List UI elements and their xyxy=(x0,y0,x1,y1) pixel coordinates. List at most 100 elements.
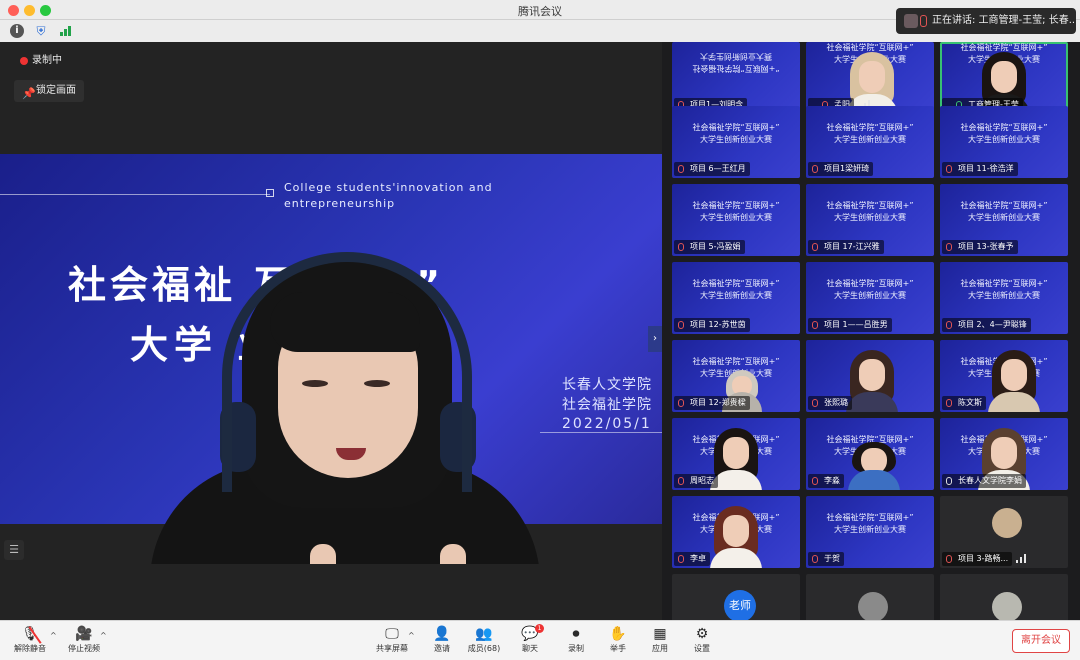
participant-tile[interactable]: 社会福祉学院“互联网+” 大学生创新创业大赛 项目 6—王红月 xyxy=(672,106,800,178)
tile-slide-text: 社会福祉学院“互联网+”大学生创新创业大赛 xyxy=(960,279,1048,300)
invite-button[interactable]: 👤 邀请 xyxy=(422,625,462,659)
participant-name: 项目 1——吕胜男 xyxy=(808,318,892,332)
participant-tile[interactable]: 社会福祉学院“互联网+”大学生创新创业大赛 项目 12-郑贵樑 xyxy=(672,340,800,412)
participant-gallery: “+网联互”院学祉福会社 赛大业创新创生学大 项目1—刘明含 社会福祉学院“互联网… xyxy=(668,42,1080,620)
leave-meeting-button[interactable]: 离开会议 xyxy=(1012,629,1070,653)
participant-video xyxy=(988,350,1040,412)
participant-tile[interactable]: 社会福祉学院“互联网+”大学生创新创业大赛 长春人文学院李娟 xyxy=(940,418,1068,490)
participant-name: 项目1梁妍琦 xyxy=(808,162,874,176)
participant-name: 李卓 xyxy=(674,552,710,566)
participant-tile[interactable]: 张熙璐 xyxy=(806,340,934,412)
muted-mic-icon xyxy=(812,321,818,329)
presenter-eye xyxy=(364,380,390,387)
tile-slide-text: 社会福祉学院“互联网+”大学生创新创业大赛 xyxy=(692,201,780,222)
info-icon[interactable]: i xyxy=(10,24,24,38)
slide-organization-2: 社会福祉学院 xyxy=(562,397,652,413)
participant-name: 项目 12-苏世茵 xyxy=(674,318,750,332)
pin-icon: 📌 xyxy=(22,87,36,100)
muted-mic-icon xyxy=(946,243,952,251)
participant-tile[interactable]: 社会福祉学院“互联网+” 大学生创新创业大赛 项目 5-冯盈娟 xyxy=(672,184,800,256)
recording-label: 录制中 xyxy=(32,55,62,66)
muted-mic-icon xyxy=(678,243,684,251)
participant-tile[interactable]: 社会福祉学院“互联网+”大学生创新创业大赛 陈文斯 xyxy=(940,340,1068,412)
record-dot-icon xyxy=(20,57,28,65)
audio-options-chevron-icon[interactable]: ^ xyxy=(50,631,57,640)
participant-tile[interactable]: 社会福祉学院“互联网+”大学生创新创业大赛 孟阳 xyxy=(806,42,934,114)
meeting-toolbar: 🎙 解除静音 ^ 🎥 停止视频 ^ 🖵 共享屏幕 ^ 👤 邀请 👥 成员(68)… xyxy=(0,620,1080,660)
participant-tile[interactable]: 社会福祉学院“互联网+” 大学生创新创业大赛 项目 11-徐浩洋 xyxy=(940,106,1068,178)
participant-tile[interactable]: 社会福祉学院“互联网+” 大学生创新创业大赛 项目1梁妍琦 xyxy=(806,106,934,178)
participant-tile[interactable]: 社会福祉学院“互联网+” 大学生创新创业大赛 项目 1——吕胜男 xyxy=(806,262,934,334)
participant-name: 项目 12-郑贵樑 xyxy=(674,396,750,410)
apps-button[interactable]: ▦ 应用 xyxy=(640,625,680,659)
muted-mic-icon xyxy=(678,555,684,563)
participant-name: 长春人文学院李娟 xyxy=(942,474,1026,488)
participant-tile[interactable]: 社会福祉学院“互联网+” 大学生创新创业大赛 项目 2、4—尹聪锋 xyxy=(940,262,1068,334)
participant-tile[interactable]: 老师 xyxy=(672,574,800,620)
tile-slide-text: 社会福祉学院“互联网+”大学生创新创业大赛 xyxy=(960,123,1048,144)
participant-name: 于贺 xyxy=(808,552,844,566)
raise-hand-button[interactable]: ✋ 举手 xyxy=(598,625,638,659)
speaker-avatar xyxy=(904,14,918,28)
participant-tile[interactable]: “+网联互”院学祉福会社 赛大业创新创生学大 项目1—刘明含 xyxy=(672,42,800,114)
settings-button[interactable]: ⚙ 设置 xyxy=(682,625,722,659)
microphone-icon xyxy=(920,15,927,27)
participant-name: 项目 6—王红月 xyxy=(674,162,750,176)
active-speaker-banner: 正在讲话: 工商管理-王莹; 长春... xyxy=(896,8,1076,34)
muted-mic-icon xyxy=(812,243,818,251)
members-button[interactable]: 👥 成员(68) xyxy=(462,625,506,659)
participant-name: 项目 17-江兴雅 xyxy=(808,240,884,254)
presenter-hand xyxy=(310,544,336,564)
muted-mic-icon xyxy=(678,399,684,407)
slide-divider xyxy=(0,194,270,195)
microphone-icon xyxy=(946,477,952,485)
chat-button[interactable]: 💬 1 聊天 xyxy=(510,624,550,659)
participant-tile[interactable]: 社会福祉学院“互联网+” 大学生创新创业大赛 项目 13-张春予 xyxy=(940,184,1068,256)
collapse-gallery-chevron-icon[interactable]: › xyxy=(648,326,662,352)
participant-tile[interactable]: 社会福祉学院“互联网+” 大学生创新创业大赛 于贺 xyxy=(806,496,934,568)
tile-slide-text: “+网联互”院学祉福会社 赛大业创新创生学大 xyxy=(692,52,780,73)
tile-slide-text: 社会福祉学院“互联网+”大学生创新创业大赛 xyxy=(826,201,914,222)
record-icon: ⏺ xyxy=(572,626,580,642)
list-icon[interactable]: ☰ xyxy=(4,540,24,560)
shield-icon[interactable]: ⛨ xyxy=(34,24,48,38)
lock-view-button[interactable]: 📌 锁定画面 xyxy=(14,80,84,102)
participant-tile[interactable]: 社会福祉学院“互联网+”大学生创新创业大赛 李卓 xyxy=(672,496,800,568)
participant-tile[interactable]: 社会福祉学院“互联网+”大学生创新创业大赛 李淼 xyxy=(806,418,934,490)
presenter-hand xyxy=(440,544,466,564)
tile-slide-text: 社会福祉学院“互联网+”大学生创新创业大赛 xyxy=(826,513,914,534)
apps-grid-icon: ▦ xyxy=(653,626,667,642)
video-options-chevron-icon[interactable]: ^ xyxy=(100,631,107,640)
participant-tile-active-speaker[interactable]: 社会福祉学院“互联网+”大学生创新创业大赛 工商管理-王莹 xyxy=(940,42,1068,114)
participant-avatar xyxy=(858,592,888,620)
record-button[interactable]: ⏺ 录制 xyxy=(556,625,596,659)
participant-tile[interactable]: 项目 3-路畅... xyxy=(940,496,1068,568)
presenter-video xyxy=(150,252,540,564)
participant-tile[interactable] xyxy=(806,574,934,620)
muted-mic-icon xyxy=(946,555,952,563)
participant-tile[interactable]: 社会福祉学院“互联网+” 大学生创新创业大赛 项目 12-苏世茵 xyxy=(672,262,800,334)
participant-tile[interactable]: 社会福祉学院“互联网+”大学生创新创业大赛 周昭志 xyxy=(672,418,800,490)
participant-video xyxy=(846,350,898,412)
slide-organization-1: 长春人文学院 xyxy=(562,377,652,393)
participant-tile[interactable] xyxy=(940,574,1068,620)
muted-mic-icon xyxy=(812,399,818,407)
members-icon: 👥 xyxy=(475,626,493,642)
participant-name: 项目 11-徐浩洋 xyxy=(942,162,1018,176)
participant-tile[interactable]: 社会福祉学院“互联网+” 大学生创新创业大赛 项目 17-江兴雅 xyxy=(806,184,934,256)
tile-slide-text: 社会福祉学院“互联网+”大学生创新创业大赛 xyxy=(692,279,780,300)
participant-name: 项目 5-冯盈娟 xyxy=(674,240,745,254)
hand-icon: ✋ xyxy=(609,626,627,642)
participant-name: 李淼 xyxy=(808,474,844,488)
muted-mic-icon xyxy=(812,165,818,173)
participant-avatar xyxy=(992,592,1022,620)
presenter-eye xyxy=(302,380,328,387)
tile-slide-text: 社会福祉学院“互联网+”大学生创新创业大赛 xyxy=(960,201,1048,222)
muted-mic-icon xyxy=(678,165,684,173)
muted-mic-icon xyxy=(678,477,684,485)
participant-name: 项目 3-路畅... xyxy=(942,552,1013,566)
network-signal-icon[interactable] xyxy=(58,24,72,38)
camera-icon: 🎥 xyxy=(75,626,93,642)
share-options-chevron-icon[interactable]: ^ xyxy=(408,631,415,640)
unmute-button[interactable]: 🎙 解除静音 xyxy=(8,625,52,659)
